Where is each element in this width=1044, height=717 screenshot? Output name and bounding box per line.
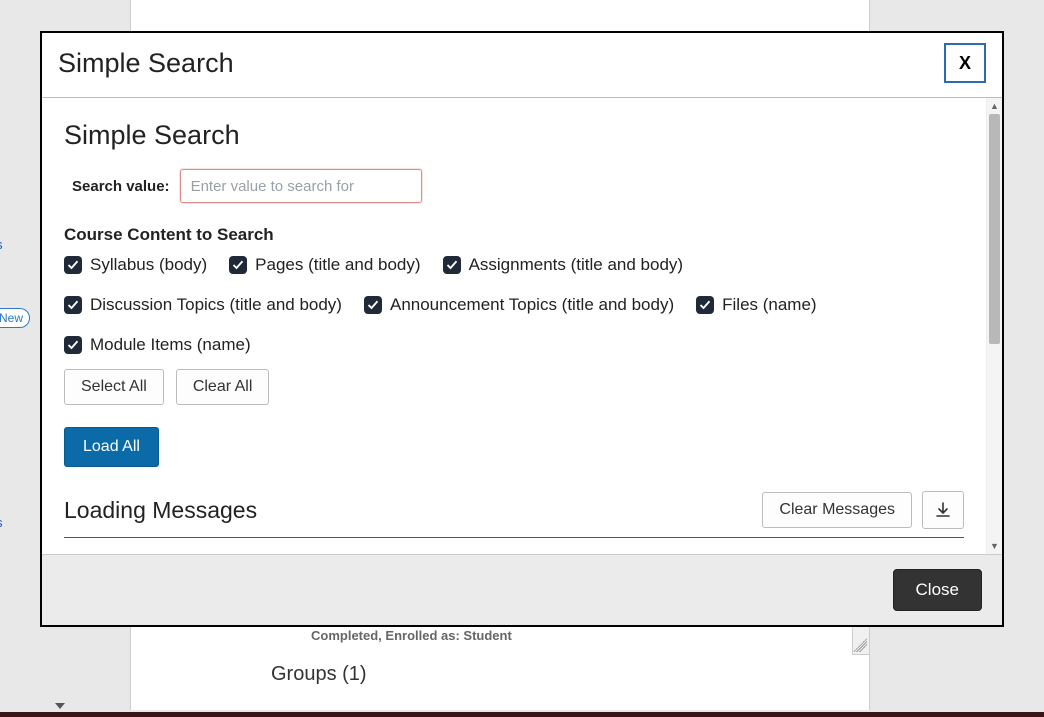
check-assignments[interactable]: Assignments (title and body) [443, 255, 684, 275]
scrollbar-up-icon[interactable]: ▲ [987, 98, 1002, 114]
checkbox-icon[interactable] [364, 296, 382, 314]
sidebar-partial-text-1: s [0, 237, 3, 252]
checkbox-icon[interactable] [696, 296, 714, 314]
check-label: Module Items (name) [90, 335, 251, 355]
checkbox-icon[interactable] [443, 256, 461, 274]
scrollbar-down-icon[interactable]: ▼ [987, 538, 1002, 554]
close-x-button[interactable]: X [944, 43, 986, 83]
checkbox-icon[interactable] [229, 256, 247, 274]
check-pages[interactable]: Pages (title and body) [229, 255, 420, 275]
search-input[interactable] [180, 169, 422, 203]
messages-actions: Clear Messages [762, 491, 964, 529]
modal-footer: Close [42, 554, 1002, 625]
simple-search-modal: Simple Search X Simple Search Search val… [40, 31, 1004, 627]
check-label: Announcement Topics (title and body) [390, 295, 674, 315]
loading-messages-heading: Loading Messages [64, 497, 257, 524]
download-icon [935, 502, 951, 518]
search-row: Search value: [64, 169, 964, 203]
checkbox-icon[interactable] [64, 336, 82, 354]
check-label: Files (name) [722, 295, 816, 315]
sidebar-partial-text-2 [0, 375, 1, 390]
sidebar-partial-text-3: s [0, 515, 3, 530]
scrollbar[interactable]: ▲ ▼ [986, 98, 1002, 554]
check-label: Discussion Topics (title and body) [90, 295, 342, 315]
search-label: Search value: [72, 178, 170, 195]
modal-body-wrap: Simple Search Search value: Course Conte… [42, 98, 1002, 554]
check-label: Syllabus (body) [90, 255, 207, 275]
check-label: Pages (title and body) [255, 255, 420, 275]
check-discussions[interactable]: Discussion Topics (title and body) [64, 295, 342, 315]
select-buttons-row: Select All Clear All [64, 369, 964, 405]
page-heading: Simple Search [64, 120, 964, 151]
enrollment-status-text: Completed, Enrolled as: Student [311, 628, 512, 643]
check-modules[interactable]: Module Items (name) [64, 335, 251, 355]
sidebar-new-badge: New [0, 308, 30, 328]
check-syllabus[interactable]: Syllabus (body) [64, 255, 207, 275]
bottom-bar [0, 712, 1044, 717]
check-announcements[interactable]: Announcement Topics (title and body) [364, 295, 674, 315]
checkbox-icon[interactable] [64, 296, 82, 314]
checkbox-icon[interactable] [64, 256, 82, 274]
groups-heading: Groups (1) [271, 663, 367, 686]
modal-body: Simple Search Search value: Course Conte… [42, 98, 986, 554]
load-all-button[interactable]: Load All [64, 427, 159, 467]
checkbox-group: Syllabus (body) Pages (title and body) A… [64, 255, 964, 355]
select-all-button[interactable]: Select All [64, 369, 164, 405]
clear-all-button[interactable]: Clear All [176, 369, 270, 405]
clear-messages-button[interactable]: Clear Messages [762, 492, 912, 528]
modal-title-bar: Simple Search X [42, 33, 1002, 98]
close-button[interactable]: Close [893, 569, 982, 611]
check-files[interactable]: Files (name) [696, 295, 816, 315]
modal-title: Simple Search [58, 48, 234, 79]
dropdown-caret-icon [55, 703, 65, 709]
content-section-heading: Course Content to Search [64, 225, 964, 245]
download-messages-button[interactable] [922, 491, 964, 529]
scrollbar-thumb[interactable] [989, 114, 1000, 344]
check-label: Assignments (title and body) [469, 255, 684, 275]
messages-header-row: Loading Messages Clear Messages [64, 491, 964, 538]
